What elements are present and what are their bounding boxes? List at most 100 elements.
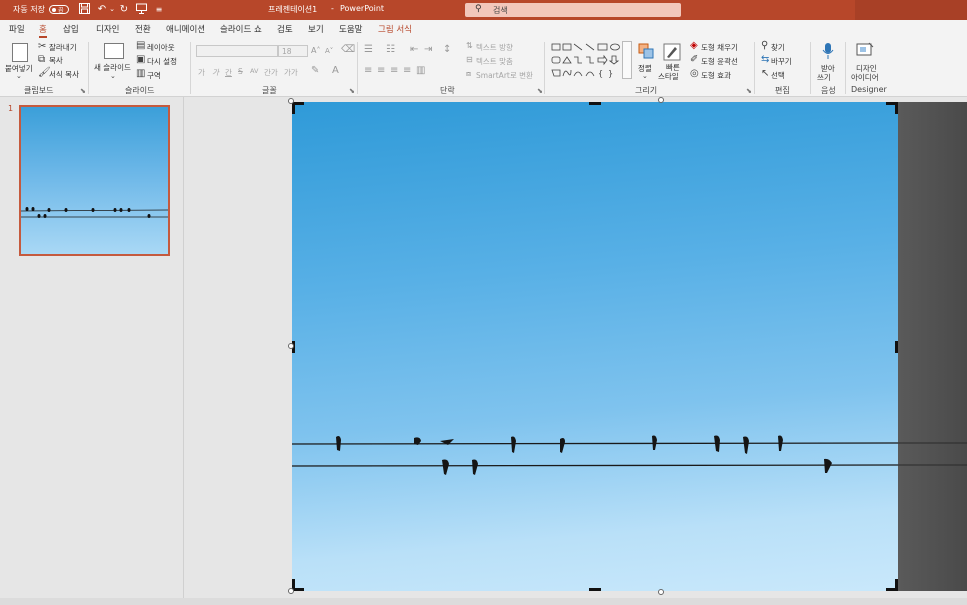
reset-icon[interactable]: ▣: [136, 55, 145, 65]
crop-handle-top[interactable]: [589, 102, 601, 105]
copy-icon[interactable]: ⧉: [38, 55, 45, 65]
microphone-icon[interactable]: [822, 42, 834, 60]
redo-icon[interactable]: ↻: [118, 3, 130, 16]
crop-handle-bottom-right-v[interactable]: [895, 579, 898, 591]
char-spacing-button[interactable]: AV: [250, 67, 258, 75]
underline-button[interactable]: 간: [225, 67, 232, 78]
italic-button[interactable]: 가: [212, 67, 219, 78]
align-left-icon[interactable]: ≡: [364, 66, 372, 76]
slide-thumbnail[interactable]: [19, 105, 170, 256]
increase-indent-icon[interactable]: ⇥: [424, 45, 432, 55]
shrink-font-icon[interactable]: A˅: [325, 46, 333, 56]
align-text-icon[interactable]: ⊟: [466, 55, 473, 65]
cut-button[interactable]: 잘라내기: [49, 42, 77, 53]
design-ideas-label-2[interactable]: 아이디어: [851, 72, 879, 83]
crop-handle-right[interactable]: [895, 341, 898, 353]
shape-effects-button[interactable]: 도형 효과: [701, 70, 731, 81]
new-slide-dropdown-icon[interactable]: ⌄: [110, 71, 116, 81]
find-icon[interactable]: ⚲: [761, 41, 768, 51]
replace-icon[interactable]: ⇆: [761, 55, 769, 65]
decrease-indent-icon[interactable]: ⇤: [410, 45, 418, 55]
tab-animations[interactable]: 애니메이션: [166, 23, 205, 35]
customize-toolbar-icon[interactable]: ≡: [153, 3, 165, 16]
dictate-label-2[interactable]: 쓰기: [817, 72, 831, 83]
tab-file[interactable]: 파일: [9, 23, 25, 35]
clipboard-launcher-icon[interactable]: ⬊: [80, 87, 86, 95]
shape-outline-button[interactable]: 도형 윤곽선: [701, 56, 738, 67]
section-icon[interactable]: ▥: [136, 69, 145, 79]
select-button[interactable]: 선택: [771, 70, 785, 81]
resize-handle-bottom-left[interactable]: [288, 588, 294, 594]
change-case-button[interactable]: 간가: [264, 67, 278, 78]
resize-handle-top[interactable]: [658, 97, 664, 103]
present-icon[interactable]: [135, 3, 147, 16]
tab-transitions[interactable]: 전환: [135, 23, 151, 35]
tab-help[interactable]: 도움말: [339, 23, 362, 35]
text-direction-button[interactable]: 텍스트 방향: [476, 42, 513, 53]
tab-picture-format[interactable]: 그림 서식: [378, 23, 412, 35]
tab-review[interactable]: 검토: [277, 23, 293, 35]
tab-view[interactable]: 보기: [308, 23, 324, 35]
clear-format-icon[interactable]: ⌫: [341, 45, 355, 55]
arrange-icon[interactable]: [638, 43, 654, 59]
undo-dropdown-icon[interactable]: ⌄: [106, 3, 118, 16]
quick-styles-label-2[interactable]: 스타일: [658, 71, 679, 82]
align-center-icon[interactable]: ≡: [377, 66, 385, 76]
font-color-icon[interactable]: A: [332, 66, 339, 76]
cut-icon[interactable]: ✂: [38, 42, 46, 52]
justify-icon[interactable]: ≡: [403, 66, 411, 76]
line-spacing-icon[interactable]: ↕: [443, 45, 451, 55]
font-size-box[interactable]: 18: [278, 45, 308, 57]
clear-text-button[interactable]: 가가: [284, 67, 298, 78]
layout-button[interactable]: 레이아웃: [147, 42, 175, 53]
section-button[interactable]: 구역: [147, 70, 161, 81]
bold-button[interactable]: 가: [198, 67, 205, 78]
shapes-scroll[interactable]: [622, 41, 632, 79]
crop-handle-top-left-v[interactable]: [292, 102, 295, 114]
layout-icon[interactable]: ▤: [136, 41, 145, 51]
tab-design[interactable]: 디자인: [96, 23, 119, 35]
replace-button[interactable]: 바꾸기: [771, 56, 792, 67]
paragraph-launcher-icon[interactable]: ⬊: [537, 87, 543, 95]
paste-icon[interactable]: [12, 43, 28, 62]
shapes-gallery[interactable]: {}: [550, 42, 630, 82]
align-text-button[interactable]: 텍스트 맞춤: [476, 56, 513, 67]
tab-home[interactable]: 홈: [39, 23, 47, 38]
selected-picture[interactable]: [292, 102, 898, 591]
drawing-launcher-icon[interactable]: ⬊: [746, 87, 752, 95]
shape-outline-icon[interactable]: ✐: [690, 55, 698, 65]
shape-fill-button[interactable]: 도형 채우기: [701, 42, 738, 53]
select-icon[interactable]: ↖: [761, 69, 769, 79]
copy-button[interactable]: 복사: [49, 55, 63, 66]
font-launcher-icon[interactable]: ⬊: [349, 87, 355, 95]
highlight-icon[interactable]: ✎: [311, 66, 319, 76]
resize-handle-top-left[interactable]: [288, 98, 294, 104]
search-box[interactable]: ⚲ 검색: [465, 3, 681, 17]
text-direction-icon[interactable]: ⇅: [466, 41, 473, 51]
numbering-icon[interactable]: ☷: [386, 45, 395, 55]
reset-button[interactable]: 다시 설정: [147, 56, 177, 67]
quick-styles-icon[interactable]: [663, 43, 681, 61]
save-icon[interactable]: [78, 3, 90, 16]
smartart-icon[interactable]: ⧈: [466, 69, 471, 79]
autosave-toggle[interactable]: 끔: [49, 5, 69, 14]
strikethrough-button[interactable]: S: [238, 67, 243, 76]
arrange-dropdown-icon[interactable]: ⌄: [642, 71, 648, 81]
shape-effects-icon[interactable]: ◎: [690, 69, 699, 79]
shape-fill-icon[interactable]: ◈: [690, 41, 698, 51]
format-painter-button[interactable]: 서식 복사: [49, 69, 79, 80]
font-name-box[interactable]: [196, 45, 278, 57]
align-right-icon[interactable]: ≡: [390, 66, 398, 76]
tab-slideshow[interactable]: 슬라이드 쇼: [220, 23, 262, 35]
grow-font-icon[interactable]: A˄: [311, 46, 320, 56]
design-ideas-icon[interactable]: [856, 42, 874, 58]
paste-dropdown-icon[interactable]: ⌄: [16, 71, 22, 81]
tab-insert[interactable]: 삽입: [63, 23, 79, 35]
resize-handle-left[interactable]: [288, 343, 294, 349]
columns-icon[interactable]: ▥: [416, 66, 425, 76]
find-button[interactable]: 찾기: [771, 42, 785, 53]
crop-handle-bottom[interactable]: [589, 588, 601, 591]
crop-handle-top-right-v[interactable]: [895, 102, 898, 114]
bullets-icon[interactable]: ☰: [364, 45, 373, 55]
resize-handle-bottom[interactable]: [658, 589, 664, 595]
